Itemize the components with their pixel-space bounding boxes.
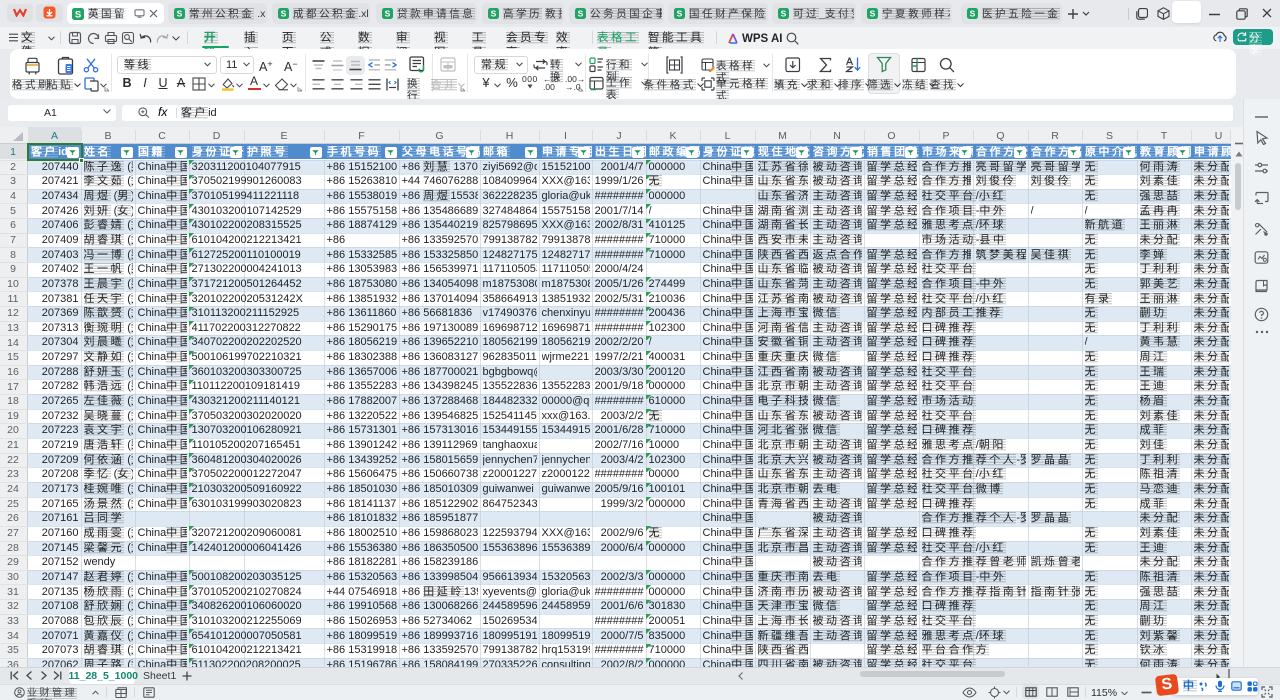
svg-text:S: S <box>781 9 787 19</box>
svg-text:S: S <box>677 9 683 19</box>
svg-text:S: S <box>970 9 976 19</box>
svg-text:S: S <box>177 9 183 19</box>
svg-text:S: S <box>578 9 584 19</box>
svg-text:S: S <box>385 9 391 19</box>
svg-text:S: S <box>870 9 876 19</box>
svg-text:S: S <box>281 9 287 19</box>
svg-text:S: S <box>491 9 497 19</box>
svg-text:S: S <box>75 9 81 19</box>
